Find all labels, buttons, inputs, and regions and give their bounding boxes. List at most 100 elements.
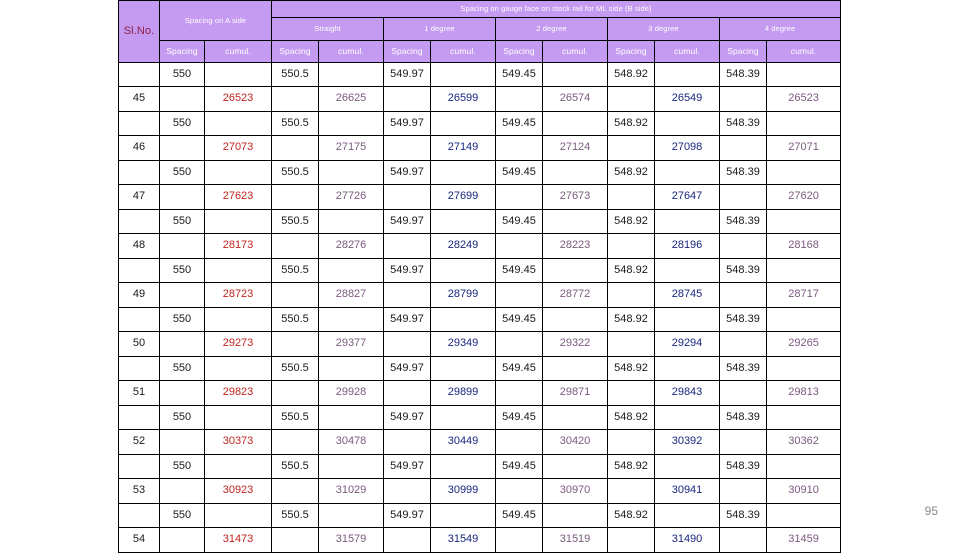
cell-cumul-blank bbox=[542, 111, 608, 136]
cell-sl-no-blank bbox=[118, 62, 160, 87]
table-row-spacing: 550 550.5 549.97 549.45 548.92 548.39 bbox=[118, 111, 842, 136]
cell-spacing-value: 549.97 bbox=[383, 160, 431, 185]
cell-cumul-blank bbox=[654, 356, 720, 381]
cell-spacing-value: 548.39 bbox=[719, 307, 767, 332]
cell-spacing-blank bbox=[495, 282, 543, 308]
cell-spacing-value: 550.5 bbox=[271, 405, 319, 430]
cell-cumul-blank bbox=[654, 209, 720, 234]
cell-spacing-blank bbox=[607, 86, 655, 112]
cell-cumul-blank bbox=[204, 209, 272, 234]
cell-cumul-value: 30420 bbox=[542, 429, 608, 455]
cell-cumul-blank bbox=[542, 356, 608, 381]
cell-spacing-blank bbox=[271, 282, 319, 308]
header-sub-cumul-straight: cumul. bbox=[318, 40, 384, 63]
cell-spacing-value: 550.5 bbox=[271, 454, 319, 479]
cell-spacing-value: 549.45 bbox=[495, 454, 543, 479]
cell-sl-no-blank bbox=[118, 209, 160, 234]
cell-cumul-blank bbox=[318, 62, 384, 87]
cell-spacing-blank bbox=[495, 380, 543, 406]
cell-spacing-blank bbox=[383, 233, 431, 259]
cell-spacing-blank bbox=[495, 429, 543, 455]
cell-cumul-value: 30392 bbox=[654, 429, 720, 455]
cell-spacing-blank bbox=[719, 429, 767, 455]
cell-spacing-blank bbox=[383, 380, 431, 406]
cell-cumul-value: 26523 bbox=[204, 86, 272, 112]
cell-spacing-blank bbox=[159, 184, 205, 210]
cell-sl-no-blank bbox=[118, 405, 160, 430]
cell-spacing-value: 550.5 bbox=[271, 160, 319, 185]
cell-spacing-blank bbox=[159, 527, 205, 553]
cell-spacing-value: 548.92 bbox=[607, 62, 655, 87]
cell-cumul-blank bbox=[318, 307, 384, 332]
cell-sl-no: 52 bbox=[118, 429, 160, 455]
header-group-4-degree: 4 degree bbox=[718, 17, 842, 41]
cell-sl-no: 46 bbox=[118, 135, 160, 161]
cell-spacing-blank bbox=[159, 282, 205, 308]
cell-spacing-value: 549.97 bbox=[383, 503, 431, 528]
cell-spacing-blank bbox=[719, 380, 767, 406]
table-row-spacing: 550 550.5 549.97 549.45 548.92 548.39 bbox=[118, 405, 842, 430]
cell-sl-no: 48 bbox=[118, 233, 160, 259]
cell-cumul-value: 28249 bbox=[430, 233, 496, 259]
cell-cumul-value: 30478 bbox=[318, 429, 384, 455]
cell-spacing-value: 549.97 bbox=[383, 62, 431, 87]
cell-spacing-value: 548.39 bbox=[719, 62, 767, 87]
cell-cumul-value: 30941 bbox=[654, 478, 720, 504]
page-number: 95 bbox=[924, 504, 938, 518]
cell-spacing-blank bbox=[271, 478, 319, 504]
cell-sl-no-blank bbox=[118, 111, 160, 136]
cell-spacing-blank bbox=[159, 478, 205, 504]
cell-cumul-value: 27071 bbox=[765, 135, 842, 161]
cell-cumul-blank bbox=[430, 111, 496, 136]
cell-cumul-blank bbox=[318, 356, 384, 381]
cell-cumul-value: 30923 bbox=[204, 478, 272, 504]
cell-spacing-value: 548.92 bbox=[607, 454, 655, 479]
cell-spacing-blank bbox=[719, 135, 767, 161]
cell-spacing-value: 550.5 bbox=[271, 258, 319, 283]
cell-cumul-value: 28827 bbox=[318, 282, 384, 308]
cell-spacing-value: 548.92 bbox=[607, 258, 655, 283]
cell-cumul-blank bbox=[654, 454, 720, 479]
cell-cumul-value: 28223 bbox=[542, 233, 608, 259]
cell-cumul-value: 27699 bbox=[430, 184, 496, 210]
cell-cumul-blank bbox=[654, 405, 720, 430]
cell-cumul-blank bbox=[430, 307, 496, 332]
header-sub-spacing-4deg: Spacing bbox=[719, 40, 767, 63]
cell-spacing-blank bbox=[271, 429, 319, 455]
cell-spacing-value: 550.5 bbox=[271, 503, 319, 528]
cell-spacing-blank bbox=[607, 331, 655, 357]
cell-spacing-value: 549.45 bbox=[495, 209, 543, 234]
cell-cumul-blank bbox=[430, 356, 496, 381]
cell-spacing-value: 549.97 bbox=[383, 454, 431, 479]
cell-cumul-value: 28723 bbox=[204, 282, 272, 308]
cell-spacing-value: 549.97 bbox=[383, 111, 431, 136]
cell-spacing-value: 550 bbox=[159, 160, 205, 185]
cell-spacing-blank bbox=[159, 429, 205, 455]
table-row-spacing: 550 550.5 549.97 549.45 548.92 548.39 bbox=[118, 62, 842, 87]
table-row-cumulative: 54 31473 31579 31549 31519 31490 31459 bbox=[118, 527, 842, 553]
cell-cumul-value: 29871 bbox=[542, 380, 608, 406]
cell-spacing-blank bbox=[495, 527, 543, 553]
cell-sl-no: 54 bbox=[118, 527, 160, 553]
cell-cumul-value: 30449 bbox=[430, 429, 496, 455]
cell-cumul-value: 28173 bbox=[204, 233, 272, 259]
cell-spacing-blank bbox=[271, 135, 319, 161]
cell-sl-no: 50 bbox=[118, 331, 160, 357]
cell-cumul-blank bbox=[654, 62, 720, 87]
cell-sl-no: 49 bbox=[118, 282, 160, 308]
cell-cumul-blank bbox=[430, 258, 496, 283]
table-row-cumulative: 48 28173 28276 28249 28223 28196 28168 bbox=[118, 233, 842, 259]
cell-spacing-blank bbox=[607, 135, 655, 161]
cell-cumul-blank bbox=[204, 160, 272, 185]
cell-cumul-value: 28772 bbox=[542, 282, 608, 308]
cell-spacing-value: 549.45 bbox=[495, 307, 543, 332]
cell-spacing-blank bbox=[495, 135, 543, 161]
cell-cumul-value: 30373 bbox=[204, 429, 272, 455]
header-band-b-side: Spacing on gauge face on stock rail for … bbox=[270, 0, 842, 18]
cell-spacing-value: 550 bbox=[159, 258, 205, 283]
table-row-cumulative: 46 27073 27175 27149 27124 27098 27071 bbox=[118, 135, 842, 161]
table-row-cumulative: 47 27623 27726 27699 27673 27647 27620 bbox=[118, 184, 842, 210]
header-sub-spacing-2deg: Spacing bbox=[495, 40, 543, 63]
cell-cumul-blank bbox=[765, 454, 842, 479]
cell-spacing-blank bbox=[271, 380, 319, 406]
